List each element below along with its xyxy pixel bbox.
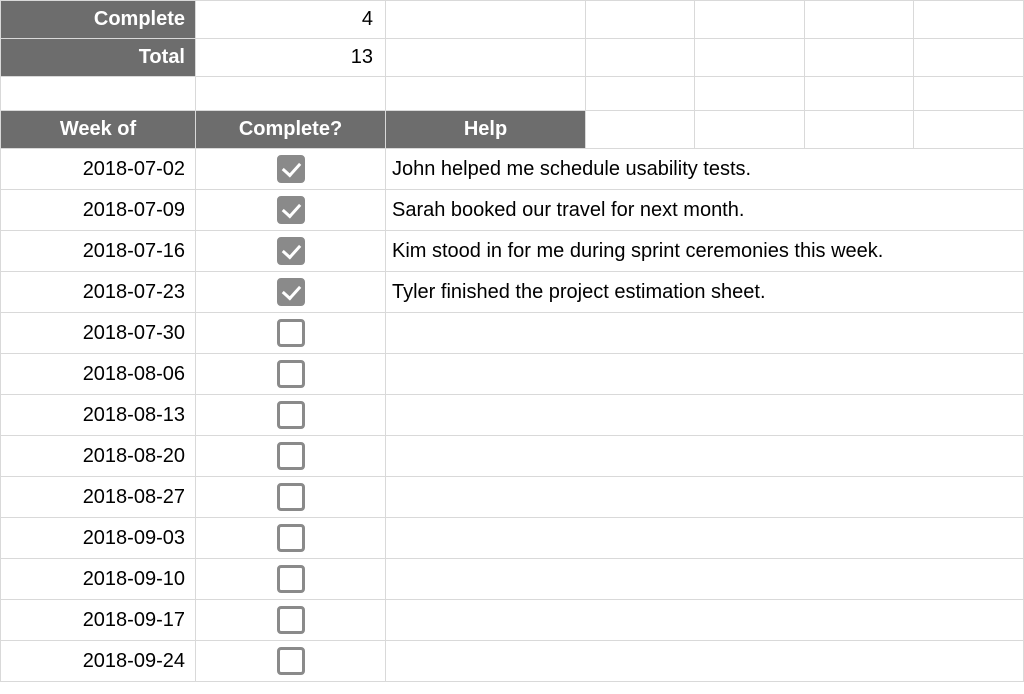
cell[interactable] [695,1,804,39]
help-cell[interactable] [386,354,1024,395]
date-cell[interactable]: 2018-09-03 [1,518,196,559]
summary-complete-value[interactable]: 4 [196,1,386,39]
checkbox-icon[interactable] [277,606,305,634]
checkbox-cell[interactable] [196,354,386,395]
help-cell[interactable]: Kim stood in for me during sprint ceremo… [386,231,1024,272]
checkbox-icon[interactable] [277,442,305,470]
cell[interactable] [914,77,1024,111]
checkbox-cell[interactable] [196,518,386,559]
checkbox-cell[interactable] [196,149,386,190]
cell[interactable] [695,111,804,149]
date-cell[interactable]: 2018-07-16 [1,231,196,272]
cell[interactable] [386,39,586,77]
cell[interactable] [586,39,695,77]
help-cell[interactable]: Sarah booked our travel for next month. [386,190,1024,231]
cell[interactable] [914,111,1024,149]
cell[interactable] [914,39,1024,77]
checkbox-cell[interactable] [196,641,386,682]
cell[interactable] [386,77,586,111]
help-cell[interactable] [386,313,1024,354]
summary-total-value[interactable]: 13 [196,39,386,77]
checkbox-cell[interactable] [196,436,386,477]
checkbox-cell[interactable] [196,313,386,354]
help-cell[interactable] [386,395,1024,436]
summary-complete-label: Complete [1,1,196,39]
date-cell[interactable]: 2018-07-30 [1,313,196,354]
spreadsheet-grid[interactable]: Complete 4 Total 13 Week of Complete? He… [0,0,1024,682]
checkbox-cell[interactable] [196,272,386,313]
checkbox-cell[interactable] [196,190,386,231]
checkbox-icon[interactable] [277,401,305,429]
checkbox-icon[interactable] [277,196,305,224]
date-cell[interactable]: 2018-08-06 [1,354,196,395]
header-week: Week of [1,111,196,149]
help-cell[interactable] [386,436,1024,477]
date-cell[interactable]: 2018-08-20 [1,436,196,477]
date-cell[interactable]: 2018-09-24 [1,641,196,682]
date-cell[interactable]: 2018-09-17 [1,600,196,641]
date-cell[interactable]: 2018-07-23 [1,272,196,313]
checkbox-cell[interactable] [196,395,386,436]
checkbox-icon[interactable] [277,278,305,306]
cell[interactable] [695,39,804,77]
date-cell[interactable]: 2018-07-09 [1,190,196,231]
checkbox-cell[interactable] [196,600,386,641]
checkbox-cell[interactable] [196,477,386,518]
date-cell[interactable]: 2018-08-27 [1,477,196,518]
cell[interactable] [586,77,695,111]
header-help: Help [386,111,586,149]
checkbox-icon[interactable] [277,524,305,552]
summary-total-label: Total [1,39,196,77]
help-cell[interactable] [386,559,1024,600]
cell[interactable] [804,1,913,39]
date-cell[interactable]: 2018-09-10 [1,559,196,600]
checkbox-icon[interactable] [277,319,305,347]
checkbox-cell[interactable] [196,559,386,600]
date-cell[interactable]: 2018-07-02 [1,149,196,190]
help-cell[interactable] [386,477,1024,518]
help-cell[interactable] [386,641,1024,682]
help-cell[interactable]: Tyler finished the project estimation sh… [386,272,1024,313]
date-cell[interactable]: 2018-08-13 [1,395,196,436]
cell[interactable] [1,77,196,111]
cell[interactable] [804,111,913,149]
cell[interactable] [804,77,913,111]
checkbox-icon[interactable] [277,483,305,511]
checkbox-icon[interactable] [277,155,305,183]
checkbox-icon[interactable] [277,565,305,593]
help-cell[interactable] [386,600,1024,641]
cell[interactable] [804,39,913,77]
cell[interactable] [196,77,386,111]
checkbox-icon[interactable] [277,647,305,675]
cell[interactable] [586,111,695,149]
cell[interactable] [695,77,804,111]
cell[interactable] [914,1,1024,39]
checkbox-cell[interactable] [196,231,386,272]
cell[interactable] [386,1,586,39]
header-complete: Complete? [196,111,386,149]
checkbox-icon[interactable] [277,360,305,388]
checkbox-icon[interactable] [277,237,305,265]
cell[interactable] [586,1,695,39]
help-cell[interactable]: John helped me schedule usability tests. [386,149,1024,190]
help-cell[interactable] [386,518,1024,559]
